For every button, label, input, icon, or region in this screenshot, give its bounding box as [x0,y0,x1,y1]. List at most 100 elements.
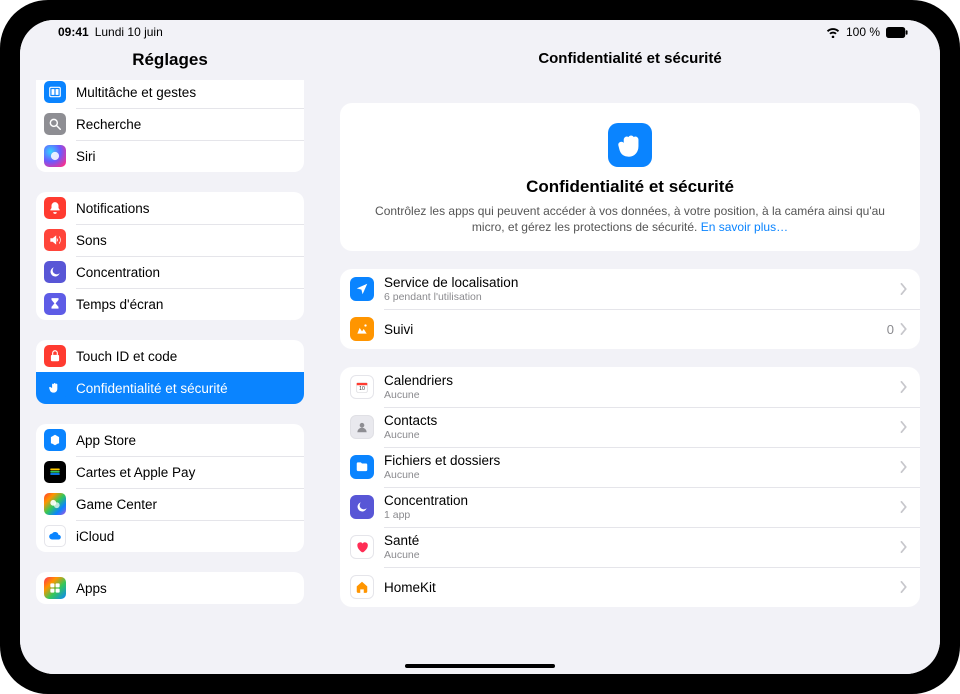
hero-card: Confidentialité et sécurité Contrôlez le… [340,103,920,251]
sidebar-item-label: Confidentialité et sécurité [76,381,228,396]
chevron-right-icon [900,541,908,553]
calendar-icon: 10 [350,375,374,399]
device-frame: 09:41 Lundi 10 juin 100 % Réglages Multi… [0,0,960,694]
status-date: Lundi 10 juin [95,25,163,39]
row-label: HomeKit [384,580,900,595]
home-indicator[interactable] [405,664,555,668]
sidebar-group: Notifications Sons Concentration Temps d'éc… [36,192,304,320]
speaker-icon [44,229,66,251]
sidebar-item-label: App Store [76,433,136,448]
main-title: Confidentialité et sécurité [320,44,940,77]
moon-icon [350,495,374,519]
sidebar-item[interactable]: Notifications [36,192,304,224]
sidebar-item-label: Temps d'écran [76,297,163,312]
sidebar-item-label: Siri [76,149,96,164]
sidebar-item-label: Game Center [76,497,157,512]
chevron-right-icon [900,501,908,513]
wifi-icon [826,27,840,38]
status-bar: 09:41 Lundi 10 juin 100 % [20,20,940,44]
search-icon [44,113,66,135]
sidebar-title: Réglages [20,44,320,80]
list-row[interactable]: 10 CalendriersAucune [340,367,920,407]
svg-text:10: 10 [359,386,365,392]
bell-icon [44,197,66,219]
moon-icon [44,261,66,283]
sidebar-group: Apps [36,572,304,604]
learn-more-link[interactable]: En savoir plus… [701,220,788,234]
hand-icon [44,377,66,399]
chevron-right-icon [900,421,908,433]
multitask-icon [44,81,66,103]
sidebar-item[interactable]: App Store [36,424,304,456]
row-label: Suivi [384,322,887,337]
sidebar-item[interactable]: Confidentialité et sécurité [36,372,304,404]
gamecenter-icon [44,493,66,515]
sidebar-item-label: Multitâche et gestes [76,85,196,100]
section-location: Service de localisation6 pendant l'utili… [340,269,920,349]
sidebar-item-label: Touch ID et code [76,349,177,364]
sidebar-item[interactable]: Apps [36,572,304,604]
sidebar-group: Multitâche et gestes Recherche Siri [36,80,304,172]
screen: 09:41 Lundi 10 juin 100 % Réglages Multi… [20,20,940,674]
apps-icon [44,577,66,599]
row-subtitle: Aucune [384,429,900,441]
contacts-icon [350,415,374,439]
sidebar-item-label: Recherche [76,117,141,132]
status-battery-text: 100 % [846,25,880,39]
row-subtitle: 6 pendant l'utilisation [384,291,900,303]
row-label: Calendriers [384,373,900,388]
chevron-right-icon [900,283,908,295]
appstore-icon [44,429,66,451]
location-icon [350,277,374,301]
sidebar-item-label: Notifications [76,201,150,216]
chevron-right-icon [900,381,908,393]
sidebar-item[interactable]: iCloud [36,520,304,552]
row-label: Concentration [384,493,900,508]
row-value: 0 [887,322,894,337]
sidebar-item[interactable]: Temps d'écran [36,288,304,320]
row-label: Santé [384,533,900,548]
sidebar-item[interactable]: Siri [36,140,304,172]
list-row[interactable]: ContactsAucune [340,407,920,447]
folder-icon [350,455,374,479]
hero-desc-text: Contrôlez les apps qui peuvent accéder à… [375,204,885,234]
sidebar-item[interactable]: Touch ID et code [36,340,304,372]
sidebar: Réglages Multitâche et gestes Recherche Si… [20,44,320,674]
row-subtitle: Aucune [384,469,900,481]
sidebar-group: Touch ID et code Confidentialité et sécur… [36,340,304,404]
lock-icon [44,345,66,367]
sidebar-group: App Store Cartes et Apple Pay Game Center i… [36,424,304,552]
sidebar-item[interactable]: Multitâche et gestes [36,80,304,108]
siri-icon [44,145,66,167]
battery-icon [886,27,908,38]
status-time: 09:41 [58,25,89,39]
sidebar-item[interactable]: Game Center [36,488,304,520]
row-label: Service de localisation [384,275,900,290]
sidebar-item[interactable]: Cartes et Apple Pay [36,456,304,488]
sidebar-item[interactable]: Recherche [36,108,304,140]
sidebar-item[interactable]: Sons [36,224,304,256]
row-label: Fichiers et dossiers [384,453,900,468]
list-row[interactable]: Service de localisation6 pendant l'utili… [340,269,920,309]
hourglass-icon [44,293,66,315]
list-row[interactable]: HomeKit [340,567,920,607]
sidebar-item-label: Concentration [76,265,160,280]
chevron-right-icon [900,581,908,593]
hero-description: Contrôlez les apps qui peuvent accéder à… [358,203,902,235]
chevron-right-icon [900,323,908,335]
list-row[interactable]: Concentration1 app [340,487,920,527]
list-row[interactable]: Fichiers et dossiersAucune [340,447,920,487]
chevron-right-icon [900,461,908,473]
row-subtitle: Aucune [384,389,900,401]
sidebar-item-label: Sons [76,233,107,248]
hand-icon [608,123,652,167]
wallet-icon [44,461,66,483]
section-data-access: 10CalendriersAucuneContactsAucuneFichier… [340,367,920,607]
row-subtitle: 1 app [384,509,900,521]
list-row[interactable]: SantéAucune [340,527,920,567]
sidebar-item[interactable]: Concentration [36,256,304,288]
list-row[interactable]: Suivi0 [340,309,920,349]
tracking-icon [350,317,374,341]
cloud-icon [44,525,66,547]
row-subtitle: Aucune [384,549,900,561]
